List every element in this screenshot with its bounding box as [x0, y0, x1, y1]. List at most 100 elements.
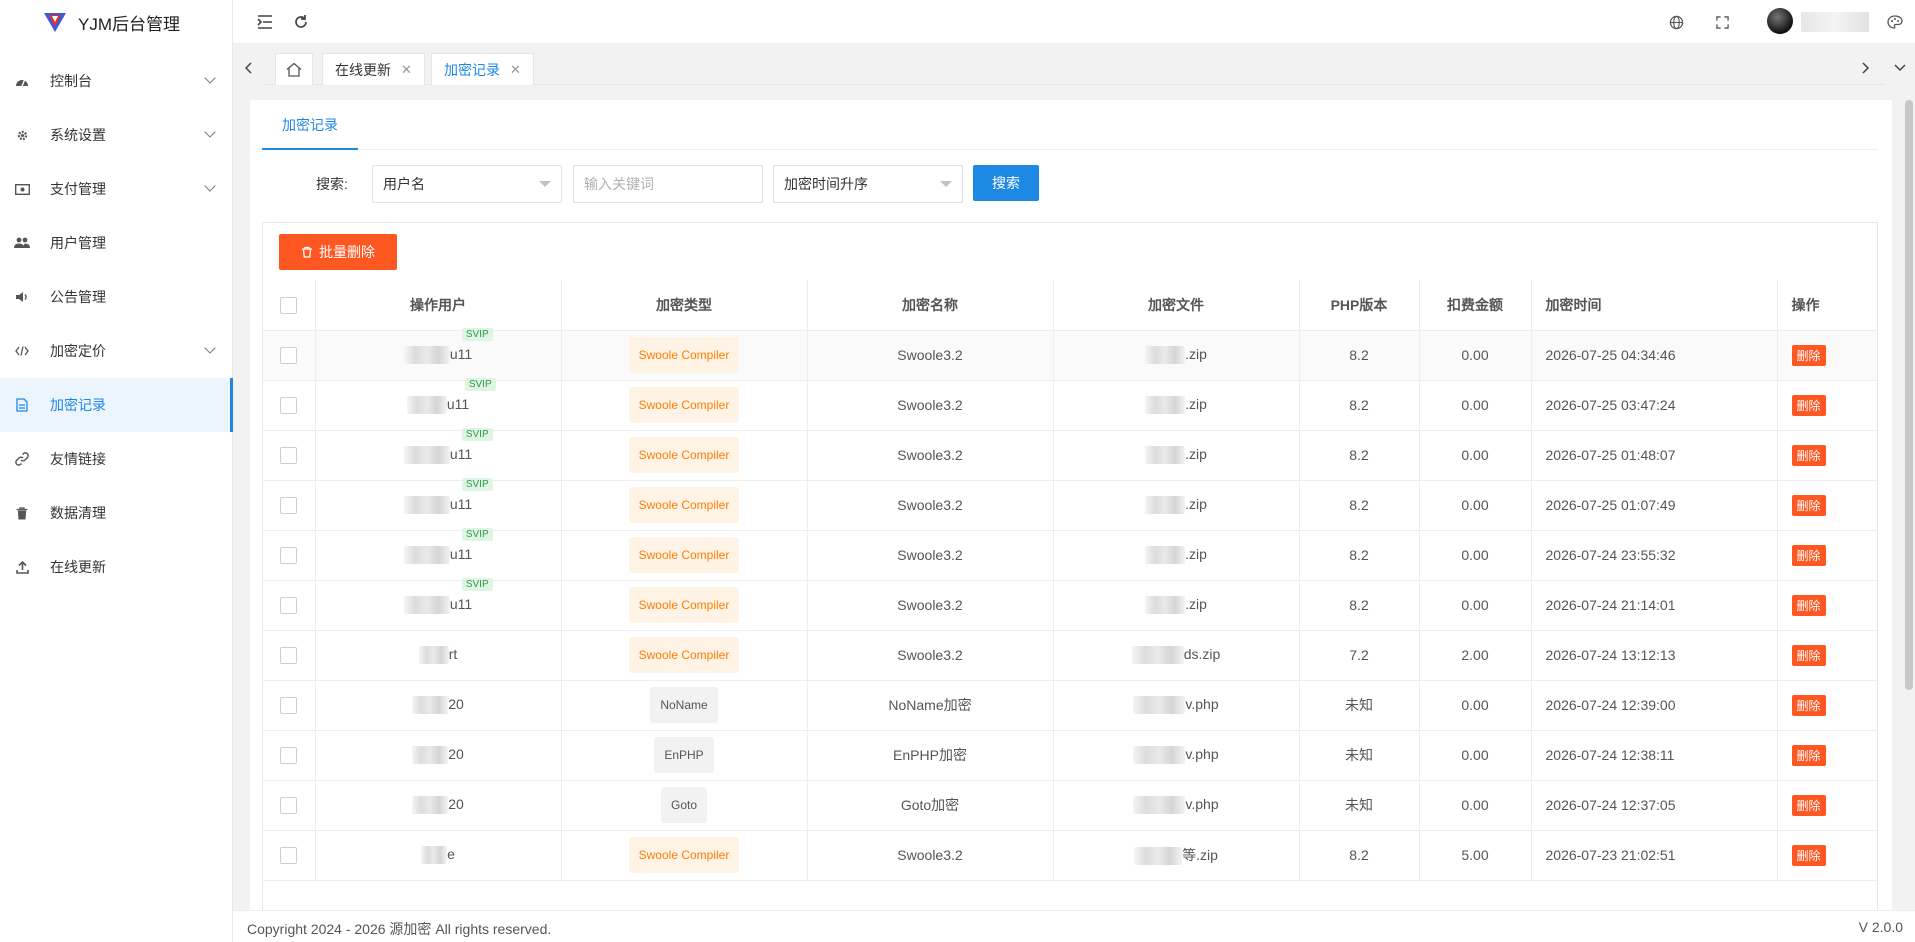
- row-select-cell: [263, 680, 316, 731]
- search-field-select[interactable]: 用户名: [372, 165, 562, 203]
- sort-select[interactable]: 加密时间升序: [773, 165, 963, 203]
- encrypt-type-tag: Swoole Compiler: [628, 637, 740, 673]
- row-checkbox[interactable]: [280, 546, 298, 564]
- table-header-row: 操作用户 加密类型 加密名称 加密文件 PHP版本 扣费金额 加密时间 操作: [263, 280, 1877, 331]
- page-scrollbar[interactable]: [1905, 100, 1913, 690]
- delete-button[interactable]: 删除: [1791, 544, 1826, 566]
- delete-button[interactable]: 删除: [1791, 644, 1826, 666]
- table-row[interactable]: u11 SVIP Swoole Compiler Swoole3.2 .zip 8.2 0.…: [263, 377, 1877, 431]
- php-cell: 8.2: [1299, 480, 1420, 531]
- batch-delete-button[interactable]: 批量删除: [279, 234, 397, 270]
- delete-button[interactable]: 删除: [1791, 394, 1826, 416]
- row-checkbox[interactable]: [280, 596, 298, 614]
- sidebar-item-3[interactable]: 用户管理: [0, 216, 232, 270]
- table-row[interactable]: u11 SVIP Swoole Compiler Swoole3.2 .zip 8.2 0.…: [263, 527, 1877, 581]
- sidebar: YJM后台管理 控制台 系统设置 支付管理 用户管理 公告管理 加密定价 加密记录 友情链接数…: [0, 0, 233, 942]
- type-cell: Goto: [561, 780, 808, 831]
- refresh-icon[interactable]: [289, 10, 313, 34]
- encrypt-name-cell: Swoole3.2: [807, 330, 1054, 381]
- delete-button[interactable]: 删除: [1791, 444, 1826, 466]
- tab-scroll-left-icon[interactable]: [233, 50, 263, 86]
- sidebar-item-8[interactable]: 数据清理: [0, 486, 232, 540]
- delete-button[interactable]: 删除: [1791, 744, 1826, 766]
- row-checkbox[interactable]: [280, 446, 298, 464]
- tab-menu-chevron-down-icon[interactable]: [1885, 50, 1915, 86]
- theme-palette-icon[interactable]: [1883, 10, 1907, 34]
- tab-encrypt-records[interactable]: 加密记录 ✕: [431, 53, 534, 85]
- username-blurred[interactable]: [1801, 12, 1869, 32]
- sidebar-item-2[interactable]: 支付管理: [0, 162, 232, 216]
- row-select-cell: [263, 830, 316, 881]
- table-row[interactable]: 20 NoName NoName加密 v.php 未知 0.00 2026-07-24 12…: [263, 680, 1877, 731]
- row-checkbox[interactable]: [280, 796, 298, 814]
- delete-button[interactable]: 删除: [1791, 594, 1826, 616]
- row-checkbox[interactable]: [280, 496, 298, 514]
- blurred-filename: [1145, 396, 1186, 415]
- fullscreen-icon[interactable]: [1710, 10, 1734, 34]
- language-globe-icon[interactable]: [1664, 10, 1688, 34]
- delete-button[interactable]: 删除: [1791, 844, 1826, 866]
- user-name-suffix: u11: [449, 495, 473, 512]
- table-row[interactable]: 20 Goto Goto加密 v.php 未知 0.00 2026-07-24 12:37:…: [263, 780, 1877, 831]
- file-name-suffix: .zip: [1185, 495, 1207, 512]
- row-select-cell: [263, 580, 316, 631]
- logo[interactable]: YJM后台管理: [0, 0, 232, 44]
- file-name-suffix: v.php: [1185, 745, 1219, 762]
- amount-cell: 0.00: [1419, 530, 1532, 581]
- search-button[interactable]: 搜索: [973, 165, 1039, 201]
- table-row[interactable]: e Swoole Compiler Swoole3.2 等.zip 8.2 5.00 202…: [263, 830, 1877, 881]
- table-row[interactable]: u11 SVIP Swoole Compiler Swoole3.2 .zip 8.2 0.…: [263, 427, 1877, 481]
- row-checkbox[interactable]: [280, 846, 298, 864]
- row-checkbox[interactable]: [280, 396, 298, 414]
- php-cell: 7.2: [1299, 630, 1420, 681]
- tab-online-update[interactable]: 在线更新 ✕: [322, 53, 425, 85]
- delete-button[interactable]: 删除: [1791, 694, 1826, 716]
- action-cell: 删除: [1777, 730, 1877, 781]
- select-all-checkbox[interactable]: [280, 296, 298, 314]
- sidebar-item-0[interactable]: 控制台: [0, 54, 232, 108]
- row-checkbox[interactable]: [280, 646, 298, 664]
- sidebar-item-4[interactable]: 公告管理: [0, 270, 232, 324]
- sidebar-item-1[interactable]: 系统设置: [0, 108, 232, 162]
- encrypt-type-tag: NoName: [650, 687, 718, 723]
- tab-scroll-right-icon[interactable]: [1851, 50, 1881, 86]
- tab-home[interactable]: [275, 53, 313, 85]
- sidebar-item-label: 在线更新: [50, 559, 106, 575]
- delete-button[interactable]: 删除: [1791, 794, 1826, 816]
- row-checkbox[interactable]: [280, 746, 298, 764]
- main-card: 加密记录 搜索: 用户名 输入关键词 加密时间升序 搜索 批量删除 操作用户 加密…: [250, 100, 1892, 910]
- sidebar-item-6[interactable]: 加密记录: [0, 378, 233, 432]
- encrypt-name-cell: Swoole3.2: [807, 430, 1054, 481]
- subtab-encrypt-records[interactable]: 加密记录: [262, 100, 358, 150]
- type-cell: Swoole Compiler: [561, 580, 808, 631]
- table-row[interactable]: u11 SVIP Swoole Compiler Swoole3.2 .zip 8.2 0.…: [263, 577, 1877, 631]
- row-checkbox[interactable]: [280, 696, 298, 714]
- sidebar-item-7[interactable]: 友情链接: [0, 432, 232, 486]
- avatar[interactable]: [1767, 8, 1793, 34]
- user-name: rt: [418, 646, 457, 665]
- table-row[interactable]: u11 SVIP Swoole Compiler Swoole3.2 .zip 8.2 0.…: [263, 327, 1877, 381]
- link-icon: [14, 451, 30, 467]
- php-cell: 8.2: [1299, 830, 1420, 881]
- action-cell: 删除: [1777, 530, 1877, 581]
- user-name-suffix: u11: [449, 445, 473, 462]
- encrypt-type-tag: Swoole Compiler: [628, 587, 740, 623]
- table-row[interactable]: rt Swoole Compiler Swoole3.2 ds.zip 7.2 2.00 2…: [263, 630, 1877, 681]
- table-row[interactable]: u11 SVIP Swoole Compiler Swoole3.2 .zip 8.2 0.…: [263, 477, 1877, 531]
- search-input[interactable]: 输入关键词: [573, 165, 763, 203]
- close-icon[interactable]: ✕: [401, 62, 412, 78]
- delete-button[interactable]: 删除: [1791, 494, 1826, 516]
- action-cell: 删除: [1777, 480, 1877, 531]
- file-cell: .zip: [1053, 430, 1300, 481]
- delete-button[interactable]: 删除: [1791, 344, 1826, 366]
- records-table-container: 批量删除 操作用户 加密类型 加密名称 加密文件 PHP版本 扣费金额 加密时间 操作 u11…: [262, 222, 1878, 910]
- sidebar-item-9[interactable]: 在线更新: [0, 540, 232, 594]
- php-cell: 未知: [1299, 730, 1420, 781]
- close-icon[interactable]: ✕: [510, 62, 521, 78]
- collapse-sidebar-icon[interactable]: [253, 10, 277, 34]
- table-row[interactable]: 20 EnPHP EnPHP加密 v.php 未知 0.00 2026-07-24 12:3…: [263, 730, 1877, 781]
- row-checkbox[interactable]: [280, 346, 298, 364]
- amount-cell: 5.00: [1419, 830, 1532, 881]
- blurred-filename: [1131, 646, 1184, 665]
- sidebar-item-5[interactable]: 加密定价: [0, 324, 232, 378]
